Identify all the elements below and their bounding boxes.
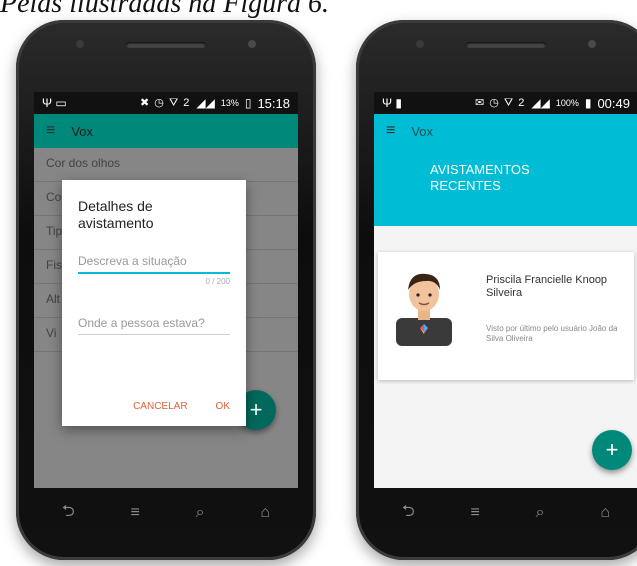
cancel-button[interactable]: CANCELAR <box>133 401 187 412</box>
character-counter: 0 / 200 <box>205 277 230 286</box>
status-left-icons: Ψ ▭ <box>42 96 67 110</box>
app-title: Vox <box>71 123 94 139</box>
earpiece-speaker <box>126 42 206 48</box>
search-icon[interactable]: ⌕ <box>196 504 205 522</box>
back-icon[interactable]: ⮌ <box>62 500 75 527</box>
sighting-details-dialog: Detalhes de avistamento Descreva a situa… <box>62 180 246 426</box>
status-bar: Ψ ▮ ✉ ◷ ⛛ 2 ◢◢ 100% ▮ 00:49 <box>374 92 637 114</box>
battery-icon: ▮ <box>584 96 592 110</box>
navigation-bar: ⮌ ≡ ⌕ ⌂ <box>374 490 637 536</box>
signal-icon: ◢◢ <box>196 96 215 110</box>
status-bar: Ψ ▭ ✖ ◷ ⛛ 2 ◢◢ 13% ▯ 15:18 <box>34 92 298 114</box>
status-time: 00:49 <box>597 95 630 111</box>
app-bar: ≡ Vox <box>374 114 637 148</box>
status-left-icons: Ψ ▮ <box>382 96 402 110</box>
person-avatar-icon <box>396 273 452 346</box>
proximity-sensor <box>248 40 256 48</box>
search-icon[interactable]: ⌕ <box>536 504 545 522</box>
person-name: Priscila Francielle Knoop Silveira <box>486 274 608 299</box>
battery-icon: ▯ <box>244 96 252 110</box>
app-title: Vox <box>411 123 434 139</box>
home-icon[interactable]: ⌂ <box>260 504 270 522</box>
add-button[interactable]: + <box>592 430 632 470</box>
navigation-bar: ⮌ ≡ ⌕ ⌂ <box>34 490 298 536</box>
battery-level: 100% <box>555 98 579 108</box>
sighting-card[interactable]: Priscila Francielle Knoop Silveira Visto… <box>378 252 634 380</box>
app-bar: ≡ Vox <box>34 114 298 148</box>
status-time: 15:18 <box>257 95 290 111</box>
proximity-sensor <box>588 40 596 48</box>
camera-sensor <box>76 40 84 48</box>
signal-icon: ◢◢ <box>531 96 550 110</box>
earpiece-speaker <box>466 42 546 48</box>
last-seen-text: Visto por último pelo usuário João da Si… <box>486 324 618 343</box>
screen: Ψ ▮ ✉ ◷ ⛛ 2 ◢◢ 100% ▮ 00:49 ≡ Vox AVISTA… <box>374 92 637 488</box>
ok-button[interactable]: OK <box>216 401 230 412</box>
status-right-icons: ✉ ◷ ⛛ 2 <box>475 97 526 109</box>
phone-left: Ψ ▭ ✖ ◷ ⛛ 2 ◢◢ 13% ▯ 15:18 ≡ Vox Cor dos… <box>16 20 316 560</box>
phone-right: Ψ ▮ ✉ ◷ ⛛ 2 ◢◢ 100% ▮ 00:49 ≡ Vox AVISTA… <box>356 20 637 560</box>
dialog-title: Detalhes de avistamento <box>78 198 154 231</box>
back-icon[interactable]: ⮌ <box>402 500 415 527</box>
hamburger-icon[interactable]: ≡ <box>386 122 395 140</box>
screen: Ψ ▭ ✖ ◷ ⛛ 2 ◢◢ 13% ▯ 15:18 ≡ Vox Cor dos… <box>34 92 298 488</box>
status-right-icons: ✖ ◷ ⛛ 2 <box>140 97 191 109</box>
hamburger-icon[interactable]: ≡ <box>46 122 55 140</box>
location-input[interactable]: Onde a pessoa estava? <box>78 316 230 335</box>
battery-level: 13% <box>220 98 239 108</box>
menu-icon[interactable]: ≡ <box>131 504 140 522</box>
home-icon[interactable]: ⌂ <box>600 504 610 522</box>
description-input[interactable]: Descreva a situação <box>78 254 230 274</box>
camera-sensor <box>416 40 424 48</box>
menu-icon[interactable]: ≡ <box>471 504 480 522</box>
section-header: AVISTAMENTOS RECENTES <box>374 148 637 226</box>
dialog-actions: CANCELAR OK <box>133 401 230 412</box>
section-title: AVISTAMENTOS RECENTES <box>430 162 530 193</box>
